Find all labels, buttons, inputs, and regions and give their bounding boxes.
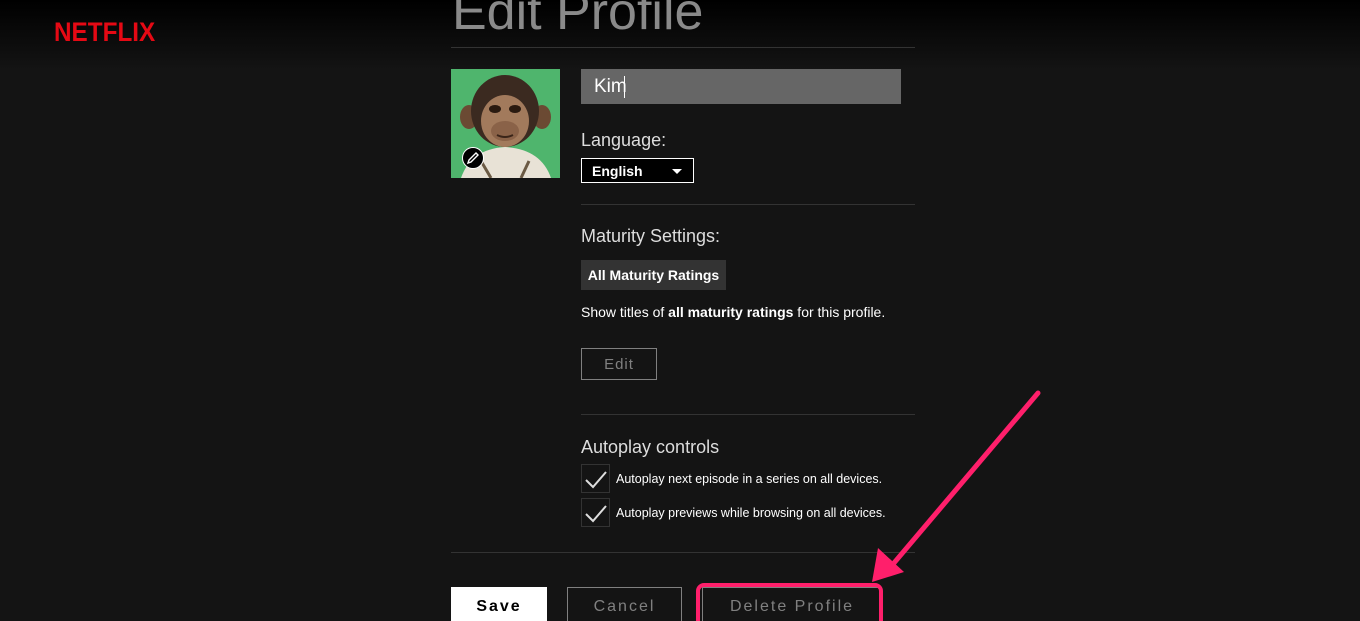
- netflix-logo[interactable]: NETFLIX: [54, 17, 155, 48]
- divider: [581, 414, 915, 415]
- maturity-edit-button[interactable]: Edit: [581, 348, 657, 380]
- checkmark-icon: [584, 470, 607, 488]
- checkmark-icon: [584, 504, 607, 522]
- autoplay-previews-checkbox[interactable]: [581, 498, 610, 527]
- dropdown-arrow-icon: [672, 169, 682, 174]
- divider: [451, 552, 915, 553]
- autoplay-previews-label: Autoplay previews while browsing on all …: [616, 505, 886, 520]
- text-caret: [624, 76, 625, 98]
- maturity-badge: All Maturity Ratings: [581, 260, 726, 290]
- autoplay-label: Autoplay controls: [581, 437, 720, 457]
- divider: [581, 204, 915, 205]
- autoplay-next-episode-checkbox[interactable]: [581, 464, 610, 493]
- maturity-description: Show titles of all maturity ratings for …: [581, 304, 885, 320]
- autoplay-next-episode-label: Autoplay next episode in a series on all…: [616, 471, 883, 486]
- page-title: Edit Profile: [452, 0, 704, 41]
- maturity-label: Maturity Settings:: [581, 226, 721, 246]
- language-select[interactable]: English: [581, 158, 694, 183]
- edit-avatar-button[interactable]: [462, 147, 484, 169]
- cancel-button[interactable]: Cancel: [567, 587, 682, 621]
- language-selected-value: English: [592, 162, 643, 179]
- delete-profile-button[interactable]: Delete Profile: [702, 587, 882, 621]
- language-label: Language:: [581, 130, 667, 150]
- desc-suffix: for this profile.: [793, 304, 886, 320]
- profile-name-input[interactable]: [581, 69, 901, 104]
- edit-profile-page: NETFLIX Edit Profile Language:: [0, 0, 1360, 621]
- desc-prefix: Show titles of: [581, 304, 669, 320]
- autoplay-next-episode-row: Autoplay next episode in a series on all…: [581, 464, 882, 493]
- divider: [451, 47, 915, 48]
- desc-bold: all maturity ratings: [668, 304, 794, 320]
- save-button[interactable]: Save: [451, 587, 547, 621]
- pencil-icon: [466, 152, 479, 165]
- autoplay-previews-row: Autoplay previews while browsing on all …: [581, 498, 886, 527]
